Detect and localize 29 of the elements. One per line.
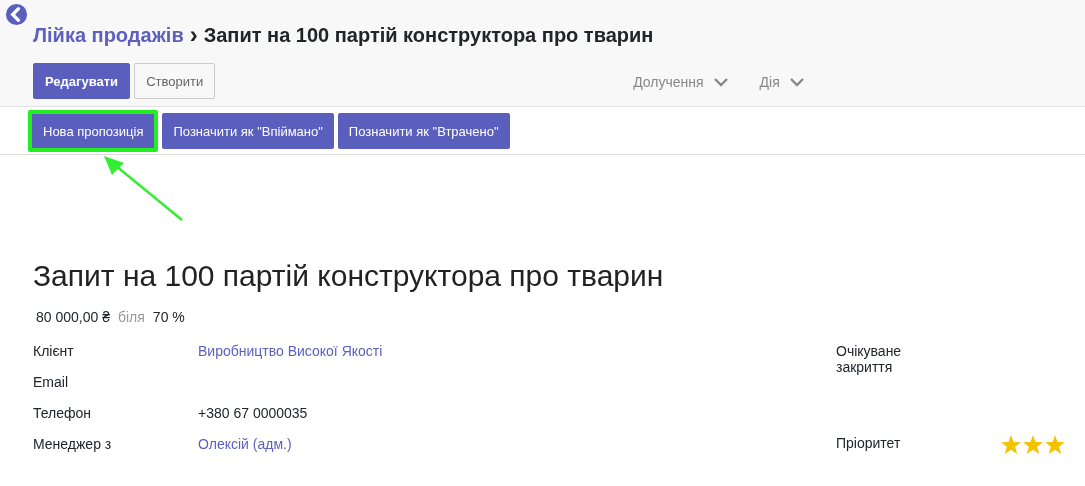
priority-star-icon[interactable] — [1023, 435, 1043, 454]
field-value: +380 67 0000035 — [198, 405, 309, 421]
breadcrumb-separator: › — [189, 21, 198, 49]
probability-value: 70 % — [152, 309, 185, 325]
field-link[interactable]: Олексій (адм.) — [198, 436, 836, 452]
back-icon[interactable] — [5, 3, 28, 26]
priority-star-icon[interactable] — [1001, 435, 1021, 454]
field-label: Email — [33, 374, 69, 390]
field-link[interactable]: Виробництво Високої Якості — [198, 343, 836, 359]
edit-button[interactable]: Редагувати — [33, 63, 131, 99]
chevron-down-icon — [713, 77, 728, 87]
field-label: Пріоритет — [836, 435, 902, 451]
status-action-button[interactable]: Нова пропозиція — [28, 110, 159, 152]
record-title: Запит на 100 партій конструктора про тварин — [33, 259, 665, 294]
chevron-down-icon — [789, 77, 804, 87]
near-label: біля — [117, 309, 145, 325]
field-label: Менеджер з — [33, 436, 113, 452]
dropdown-button[interactable]: Долучення — [633, 74, 728, 90]
page-title: Запит на 100 партій конструктора про тварин — [203, 23, 654, 47]
status-action-button[interactable]: Позначити як "Впіймано" — [162, 113, 334, 149]
expected-revenue: 80 000,00 ₴ — [36, 309, 110, 325]
field-label: Телефон — [33, 405, 93, 421]
create-button[interactable]: Створити — [134, 63, 216, 99]
field-label: Клієнт — [33, 343, 75, 359]
priority-star-icon[interactable] — [1045, 435, 1065, 454]
status-action-button[interactable]: Позначити як "Втрачено" — [337, 113, 510, 149]
field-label: Очікуване закриття — [836, 343, 903, 375]
dropdown-button[interactable]: Дія — [759, 74, 804, 90]
breadcrumb-link[interactable]: Лійка продажів — [33, 23, 184, 47]
